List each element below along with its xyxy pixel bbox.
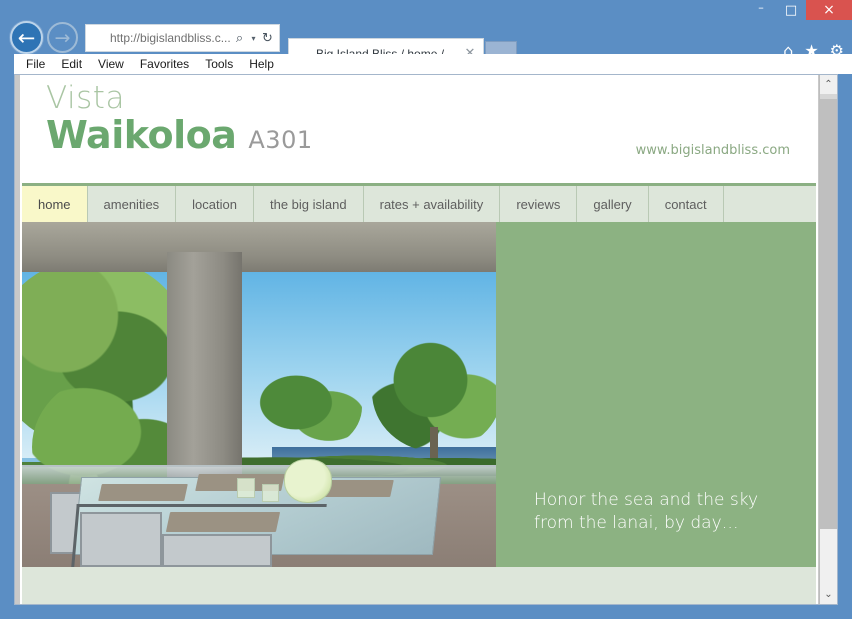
photo-concrete-pillar: [167, 252, 242, 487]
search-icon[interactable]: ⌕: [231, 31, 248, 46]
web-page: Vista Waikoloa A301 www.bigislandbliss.c…: [20, 75, 818, 604]
scrollbar-track[interactable]: [820, 529, 837, 585]
photo-chair-frame: [71, 504, 327, 567]
address-bar-url: http://bigislandbliss.c...: [110, 31, 231, 45]
close-window-button[interactable]: ×: [806, 0, 852, 20]
nav-item-gallery[interactable]: gallery: [577, 186, 649, 222]
menu-item-help[interactable]: Help: [241, 57, 282, 71]
site-navigation: home amenities location the big island r…: [22, 186, 816, 222]
menu-bar: File Edit View Favorites Tools Help: [14, 54, 852, 74]
hero-tagline-line2: from the lanai, by day…: [534, 513, 739, 534]
vertical-scrollbar[interactable]: ⌃ ⌄: [819, 75, 837, 604]
site-header: Vista Waikoloa A301 www.bigislandbliss.c…: [20, 75, 818, 186]
refresh-icon[interactable]: ↻: [259, 31, 276, 46]
nav-item-location[interactable]: location: [176, 186, 254, 222]
forward-arrow-icon[interactable]: →: [47, 22, 78, 53]
hero-green-panel: Honor the sea and the sky from the lanai…: [496, 222, 816, 567]
photo-drinking-glass: [237, 478, 255, 498]
leaf-favicon-icon: [90, 30, 106, 46]
hero-section: Honor the sea and the sky from the lanai…: [22, 222, 816, 567]
menu-item-edit[interactable]: Edit: [53, 57, 90, 71]
photo-drinking-glass: [262, 484, 279, 502]
photo-palm-right-near: [252, 362, 362, 452]
nav-item-home[interactable]: home: [22, 186, 88, 222]
menu-item-view[interactable]: View: [90, 57, 132, 71]
back-arrow-icon[interactable]: ←: [10, 21, 43, 54]
nav-item-rates-availability[interactable]: rates + availability: [363, 186, 501, 222]
minimize-button[interactable]: –: [746, 0, 776, 20]
site-url-text: www.bigislandbliss.com: [635, 143, 790, 158]
nav-filler: [723, 186, 816, 222]
browser-viewport: Vista Waikoloa A301 www.bigislandbliss.c…: [14, 74, 838, 605]
photo-lemonade-pitcher: [284, 459, 332, 503]
menu-item-tools[interactable]: Tools: [197, 57, 241, 71]
hero-tagline-line1: Honor the sea and the sky: [534, 490, 759, 511]
nav-item-amenities[interactable]: amenities: [87, 186, 177, 222]
browser-window: – □ × ← → http://bigislandbliss.c... ⌕ ▾…: [0, 0, 852, 619]
browser-navigation-bar: ← → http://bigislandbliss.c... ⌕ ▾ ↻ Big…: [0, 18, 852, 68]
site-logo[interactable]: Vista Waikoloa A301: [46, 80, 313, 157]
nav-item-the-big-island[interactable]: the big island: [253, 186, 364, 222]
logo-unit-number: A301: [248, 126, 313, 154]
photo-placemat: [98, 484, 188, 501]
logo-line-waikoloa: Waikoloa: [46, 113, 237, 157]
chevron-down-icon[interactable]: ▾: [248, 34, 259, 43]
lanai-photo: [22, 222, 496, 567]
scroll-up-arrow-icon[interactable]: ⌃: [820, 75, 837, 94]
scroll-down-arrow-icon[interactable]: ⌄: [820, 585, 837, 604]
menu-item-file[interactable]: File: [18, 57, 53, 71]
menu-item-favorites[interactable]: Favorites: [132, 57, 197, 71]
scrollbar-thumb[interactable]: [820, 99, 837, 529]
hero-tagline: Honor the sea and the sky from the lanai…: [534, 489, 758, 535]
photo-lanai-ceiling: [22, 222, 496, 272]
page-footer-band: [22, 567, 816, 604]
window-bottom-strip: [0, 607, 852, 619]
nav-item-contact[interactable]: contact: [648, 186, 724, 222]
address-bar[interactable]: http://bigislandbliss.c... ⌕ ▾ ↻: [85, 24, 280, 52]
nav-item-reviews[interactable]: reviews: [500, 186, 578, 222]
window-caption-buttons: – □ ×: [746, 0, 852, 20]
maximize-button[interactable]: □: [776, 0, 806, 20]
logo-line-vista: Vista: [46, 80, 125, 116]
